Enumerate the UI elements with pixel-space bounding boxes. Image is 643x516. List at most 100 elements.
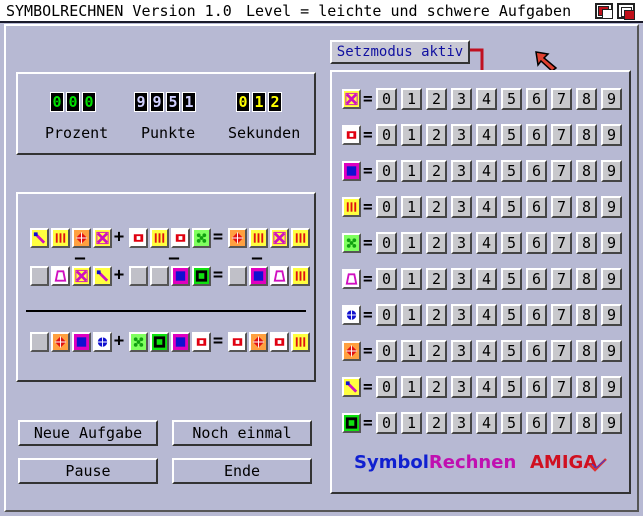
number-button-0[interactable]: 0	[376, 268, 397, 290]
number-button-0[interactable]: 0	[376, 376, 397, 398]
blue-square-icon[interactable]	[72, 332, 91, 352]
number-button-9[interactable]: 9	[601, 412, 622, 434]
number-button-5[interactable]: 5	[501, 232, 522, 254]
number-button-6[interactable]: 6	[526, 124, 547, 146]
number-button-6[interactable]: 6	[526, 232, 547, 254]
number-button-7[interactable]: 7	[551, 376, 572, 398]
empty-symbol-slot[interactable]	[129, 266, 148, 286]
magenta-trapezoid-icon[interactable]	[51, 266, 70, 286]
number-button-5[interactable]: 5	[501, 340, 522, 362]
number-button-2[interactable]: 2	[426, 124, 447, 146]
red-diamond-icon[interactable]	[72, 228, 91, 248]
number-button-3[interactable]: 3	[451, 268, 472, 290]
number-button-1[interactable]: 1	[401, 196, 422, 218]
number-button-6[interactable]: 6	[526, 340, 547, 362]
number-button-5[interactable]: 5	[501, 124, 522, 146]
red-dot-icon[interactable]	[171, 228, 190, 248]
number-button-7[interactable]: 7	[551, 160, 572, 182]
red-bars-icon[interactable]	[51, 228, 70, 248]
number-button-1[interactable]: 1	[401, 412, 422, 434]
number-button-8[interactable]: 8	[576, 268, 597, 290]
number-button-7[interactable]: 7	[551, 412, 572, 434]
symbol-values-panel[interactable]: SymbolRechnen AMIGA = 0 1 2 3 4 5 6 7 8 9 = 0 1 2 3 4 5 6 7…	[330, 70, 631, 494]
number-button-3[interactable]: 3	[451, 340, 472, 362]
number-button-8[interactable]: 8	[576, 196, 597, 218]
number-button-6[interactable]: 6	[526, 412, 547, 434]
number-button-8[interactable]: 8	[576, 412, 597, 434]
number-button-3[interactable]: 3	[451, 304, 472, 326]
number-button-0[interactable]: 0	[376, 160, 397, 182]
number-button-7[interactable]: 7	[551, 232, 572, 254]
red-dot-icon[interactable]	[192, 332, 211, 352]
pencil-icon[interactable]	[30, 228, 49, 248]
number-button-0[interactable]: 0	[376, 340, 397, 362]
zoom-icon[interactable]	[617, 3, 635, 20]
equation-panel[interactable]: + = + = + = – – –	[16, 192, 316, 382]
number-button-4[interactable]: 4	[476, 196, 497, 218]
blue-square-icon[interactable]	[342, 161, 361, 181]
number-button-1[interactable]: 1	[401, 232, 422, 254]
x-magenta-icon[interactable]	[93, 228, 112, 248]
number-button-4[interactable]: 4	[476, 160, 497, 182]
red-bars-icon[interactable]	[342, 197, 361, 217]
number-button-5[interactable]: 5	[501, 160, 522, 182]
pencil-icon[interactable]	[93, 266, 112, 286]
number-button-2[interactable]: 2	[426, 160, 447, 182]
green-square-icon[interactable]	[192, 266, 211, 286]
number-button-3[interactable]: 3	[451, 160, 472, 182]
empty-symbol-slot[interactable]	[30, 332, 49, 352]
number-button-4[interactable]: 4	[476, 340, 497, 362]
empty-symbol-slot[interactable]	[150, 266, 169, 286]
number-button-8[interactable]: 8	[576, 376, 597, 398]
number-button-5[interactable]: 5	[501, 304, 522, 326]
x-magenta-icon[interactable]	[72, 266, 91, 286]
number-button-4[interactable]: 4	[476, 88, 497, 110]
blue-flower-icon[interactable]	[342, 305, 361, 325]
number-button-7[interactable]: 7	[551, 196, 572, 218]
number-button-6[interactable]: 6	[526, 376, 547, 398]
number-button-4[interactable]: 4	[476, 232, 497, 254]
red-bars-icon[interactable]	[291, 332, 310, 352]
number-button-5[interactable]: 5	[501, 88, 522, 110]
number-button-2[interactable]: 2	[426, 412, 447, 434]
red-dot-icon[interactable]	[342, 125, 361, 145]
x-magenta-icon[interactable]	[270, 228, 289, 248]
number-button-5[interactable]: 5	[501, 196, 522, 218]
red-bars-icon[interactable]	[249, 228, 268, 248]
number-button-3[interactable]: 3	[451, 376, 472, 398]
number-button-8[interactable]: 8	[576, 232, 597, 254]
number-button-4[interactable]: 4	[476, 304, 497, 326]
red-diamond-icon[interactable]	[51, 332, 70, 352]
pause-button[interactable]: Pause	[18, 458, 158, 484]
blue-flower-icon[interactable]	[93, 332, 112, 352]
red-dot-icon[interactable]	[228, 332, 247, 352]
number-button-1[interactable]: 1	[401, 160, 422, 182]
number-button-0[interactable]: 0	[376, 88, 397, 110]
number-button-2[interactable]: 2	[426, 88, 447, 110]
number-button-2[interactable]: 2	[426, 340, 447, 362]
number-button-6[interactable]: 6	[526, 304, 547, 326]
number-button-3[interactable]: 3	[451, 412, 472, 434]
depth-icon[interactable]	[595, 3, 613, 19]
number-button-9[interactable]: 9	[601, 340, 622, 362]
number-button-8[interactable]: 8	[576, 88, 597, 110]
x-magenta-icon[interactable]	[342, 89, 361, 109]
number-button-4[interactable]: 4	[476, 376, 497, 398]
number-button-7[interactable]: 7	[551, 124, 572, 146]
number-button-9[interactable]: 9	[601, 376, 622, 398]
number-button-9[interactable]: 9	[601, 88, 622, 110]
number-button-0[interactable]: 0	[376, 196, 397, 218]
number-button-6[interactable]: 6	[526, 268, 547, 290]
number-button-1[interactable]: 1	[401, 340, 422, 362]
number-button-4[interactable]: 4	[476, 268, 497, 290]
number-button-0[interactable]: 0	[376, 304, 397, 326]
number-button-7[interactable]: 7	[551, 304, 572, 326]
number-button-5[interactable]: 5	[501, 412, 522, 434]
number-button-2[interactable]: 2	[426, 304, 447, 326]
empty-symbol-slot[interactable]	[228, 266, 247, 286]
pencil-icon[interactable]	[342, 377, 361, 397]
number-button-9[interactable]: 9	[601, 232, 622, 254]
green-dots-icon[interactable]	[342, 233, 361, 253]
number-button-9[interactable]: 9	[601, 160, 622, 182]
number-button-4[interactable]: 4	[476, 124, 497, 146]
